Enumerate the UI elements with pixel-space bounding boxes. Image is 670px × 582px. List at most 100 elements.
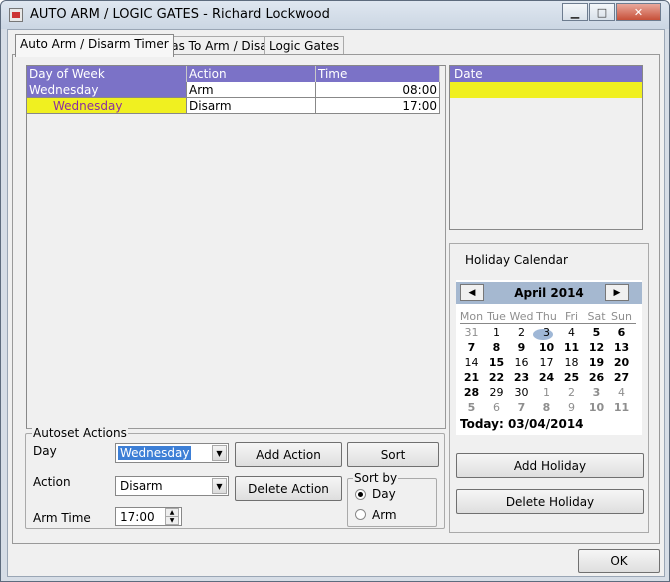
calendar-day[interactable]: 5 bbox=[459, 400, 484, 415]
col-day-of-week[interactable]: Day of Week bbox=[27, 66, 187, 82]
calendar-day[interactable]: 14 bbox=[459, 355, 484, 370]
schedule-grid[interactable]: Day of Week Action Time Wednesday Arm 08… bbox=[26, 65, 446, 429]
col-time[interactable]: Time bbox=[316, 66, 440, 82]
calendar-day[interactable]: 5 bbox=[584, 325, 609, 340]
calendar-dow-wed: Wed bbox=[509, 310, 534, 323]
calendar-day[interactable]: 9 bbox=[509, 340, 534, 355]
calendar-day[interactable]: 27 bbox=[609, 370, 634, 385]
title-bar[interactable]: AUTO ARM / LOGIC GATES - Richard Lockwoo… bbox=[1, 1, 669, 29]
day-label: Day bbox=[33, 444, 57, 458]
row2-action[interactable]: Disarm bbox=[187, 98, 316, 114]
arm-time-value: 17:00 bbox=[120, 510, 155, 524]
main-window: AUTO ARM / LOGIC GATES - Richard Lockwoo… bbox=[0, 0, 670, 582]
arm-time-input[interactable]: 17:00 ▲ ▼ bbox=[115, 507, 182, 526]
calendar-day[interactable]: 22 bbox=[484, 370, 509, 385]
day-select[interactable]: Wednesday ▼ bbox=[115, 443, 229, 463]
calendar-day[interactable]: 25 bbox=[559, 370, 584, 385]
calendar-day[interactable]: 19 bbox=[584, 355, 609, 370]
chevron-down-icon[interactable]: ▼ bbox=[212, 478, 227, 494]
row1-action[interactable]: Arm bbox=[187, 82, 316, 98]
calendar-day[interactable]: 2 bbox=[559, 385, 584, 400]
row2-day[interactable]: Wednesday bbox=[27, 98, 187, 114]
calendar-dow-sat: Sat bbox=[587, 310, 606, 323]
calendar-day[interactable]: 31 bbox=[459, 325, 484, 340]
row2-time[interactable]: 17:00 bbox=[316, 98, 440, 114]
calendar-dow-mon: Mon bbox=[459, 310, 484, 323]
tab-logic-gates[interactable]: Logic Gates bbox=[264, 36, 345, 56]
sort-by-group: Sort by Day Arm bbox=[347, 471, 437, 527]
sort-button[interactable]: Sort bbox=[347, 442, 439, 467]
today-label[interactable]: Today: 03/04/2014 bbox=[460, 417, 584, 431]
sort-arm-radio[interactable] bbox=[355, 509, 366, 520]
maximize-button[interactable]: □ bbox=[589, 3, 615, 21]
ok-button[interactable]: OK bbox=[578, 549, 660, 573]
chevron-down-icon[interactable]: ▼ bbox=[212, 445, 227, 461]
calendar-day[interactable]: 3 bbox=[584, 385, 609, 400]
action-select-value: Disarm bbox=[120, 479, 163, 493]
calendar-day[interactable]: 4 bbox=[559, 325, 584, 340]
calendar-day[interactable]: 8 bbox=[534, 400, 559, 415]
calendar-header: April 2014 ◀ ▶ bbox=[456, 282, 642, 304]
spin-down-icon[interactable]: ▼ bbox=[165, 516, 179, 525]
col-date[interactable]: Date bbox=[450, 66, 642, 82]
next-month-button[interactable]: ▶ bbox=[605, 284, 629, 301]
sort-arm-label[interactable]: Arm bbox=[372, 508, 397, 522]
calendar-day[interactable]: 11 bbox=[609, 400, 634, 415]
prev-month-button[interactable]: ◀ bbox=[460, 284, 484, 301]
calendar-day[interactable]: 16 bbox=[509, 355, 534, 370]
calendar-day[interactable]: 18 bbox=[559, 355, 584, 370]
calendar-day[interactable]: 1 bbox=[534, 385, 559, 400]
calendar-day[interactable]: 23 bbox=[509, 370, 534, 385]
calendar-day[interactable]: 28 bbox=[459, 385, 484, 400]
calendar-day[interactable]: 9 bbox=[559, 400, 584, 415]
sort-by-title: Sort by bbox=[353, 471, 399, 485]
calendar-day[interactable]: 6 bbox=[484, 400, 509, 415]
calendar-day[interactable]: 30 bbox=[509, 385, 534, 400]
calendar-day[interactable]: 12 bbox=[584, 340, 609, 355]
delete-holiday-button[interactable]: Delete Holiday bbox=[456, 489, 644, 514]
calendar-day[interactable]: 21 bbox=[459, 370, 484, 385]
calendar-day[interactable]: 26 bbox=[584, 370, 609, 385]
close-button[interactable]: ✕ bbox=[616, 3, 661, 21]
calendar-day[interactable]: 20 bbox=[609, 355, 634, 370]
tab-panel: Day of Week Action Time Wednesday Arm 08… bbox=[12, 54, 660, 544]
holiday-calendar[interactable]: April 2014 ◀ ▶ Mon Tue Wed Thu Fri Sat Sun 31 1… bbox=[456, 280, 642, 435]
calendar-dow-thu: Thu bbox=[536, 310, 557, 323]
calendar-day[interactable]: 29 bbox=[484, 385, 509, 400]
calendar-day[interactable]: 10 bbox=[584, 400, 609, 415]
calendar-dow-fri: Fri bbox=[564, 310, 579, 323]
date-row-selected[interactable] bbox=[450, 82, 642, 98]
add-holiday-button[interactable]: Add Holiday bbox=[456, 453, 644, 478]
minimize-button[interactable]: ▁ bbox=[562, 3, 588, 21]
calendar-day[interactable]: 4 bbox=[609, 385, 634, 400]
calendar-day[interactable]: 10 bbox=[534, 340, 559, 355]
sort-day-label[interactable]: Day bbox=[372, 487, 396, 501]
calendar-day[interactable]: 2 bbox=[509, 325, 534, 340]
calendar-day[interactable]: 15 bbox=[484, 355, 509, 370]
calendar-day[interactable]: 17 bbox=[534, 355, 559, 370]
calendar-day[interactable]: 11 bbox=[559, 340, 584, 355]
calendar-day[interactable]: 6 bbox=[609, 325, 634, 340]
delete-action-button[interactable]: Delete Action bbox=[235, 476, 342, 501]
holiday-calendar-title: Holiday Calendar bbox=[465, 253, 568, 267]
tab-auto-arm[interactable]: Auto Arm / Disarm Timer bbox=[15, 34, 174, 57]
action-select[interactable]: Disarm ▼ bbox=[115, 476, 229, 496]
calendar-day[interactable]: 13 bbox=[609, 340, 634, 355]
holiday-panel: Holiday Calendar April 2014 ◀ ▶ Mon Tue We… bbox=[449, 243, 649, 533]
add-action-button[interactable]: Add Action bbox=[235, 442, 342, 467]
calendar-dow-tue: Tue bbox=[487, 310, 506, 323]
row1-day[interactable]: Wednesday bbox=[27, 82, 187, 98]
calendar-day[interactable]: 24 bbox=[534, 370, 559, 385]
calendar-day[interactable]: 8 bbox=[484, 340, 509, 355]
calendar-day[interactable]: 7 bbox=[459, 340, 484, 355]
row1-time[interactable]: 08:00 bbox=[316, 82, 440, 98]
calendar-day[interactable]: 7 bbox=[509, 400, 534, 415]
col-action[interactable]: Action bbox=[187, 66, 316, 82]
calendar-day[interactable]: 1 bbox=[484, 325, 509, 340]
calendar-day[interactable]: 3 bbox=[534, 325, 559, 340]
holiday-date-list[interactable]: Date bbox=[449, 65, 643, 230]
autoset-actions-group: Autoset Actions Day Wednesday ▼ Action D… bbox=[25, 426, 445, 529]
sort-day-radio[interactable] bbox=[355, 489, 366, 500]
arm-time-label: Arm Time bbox=[33, 511, 91, 525]
calendar-divider bbox=[460, 323, 636, 324]
